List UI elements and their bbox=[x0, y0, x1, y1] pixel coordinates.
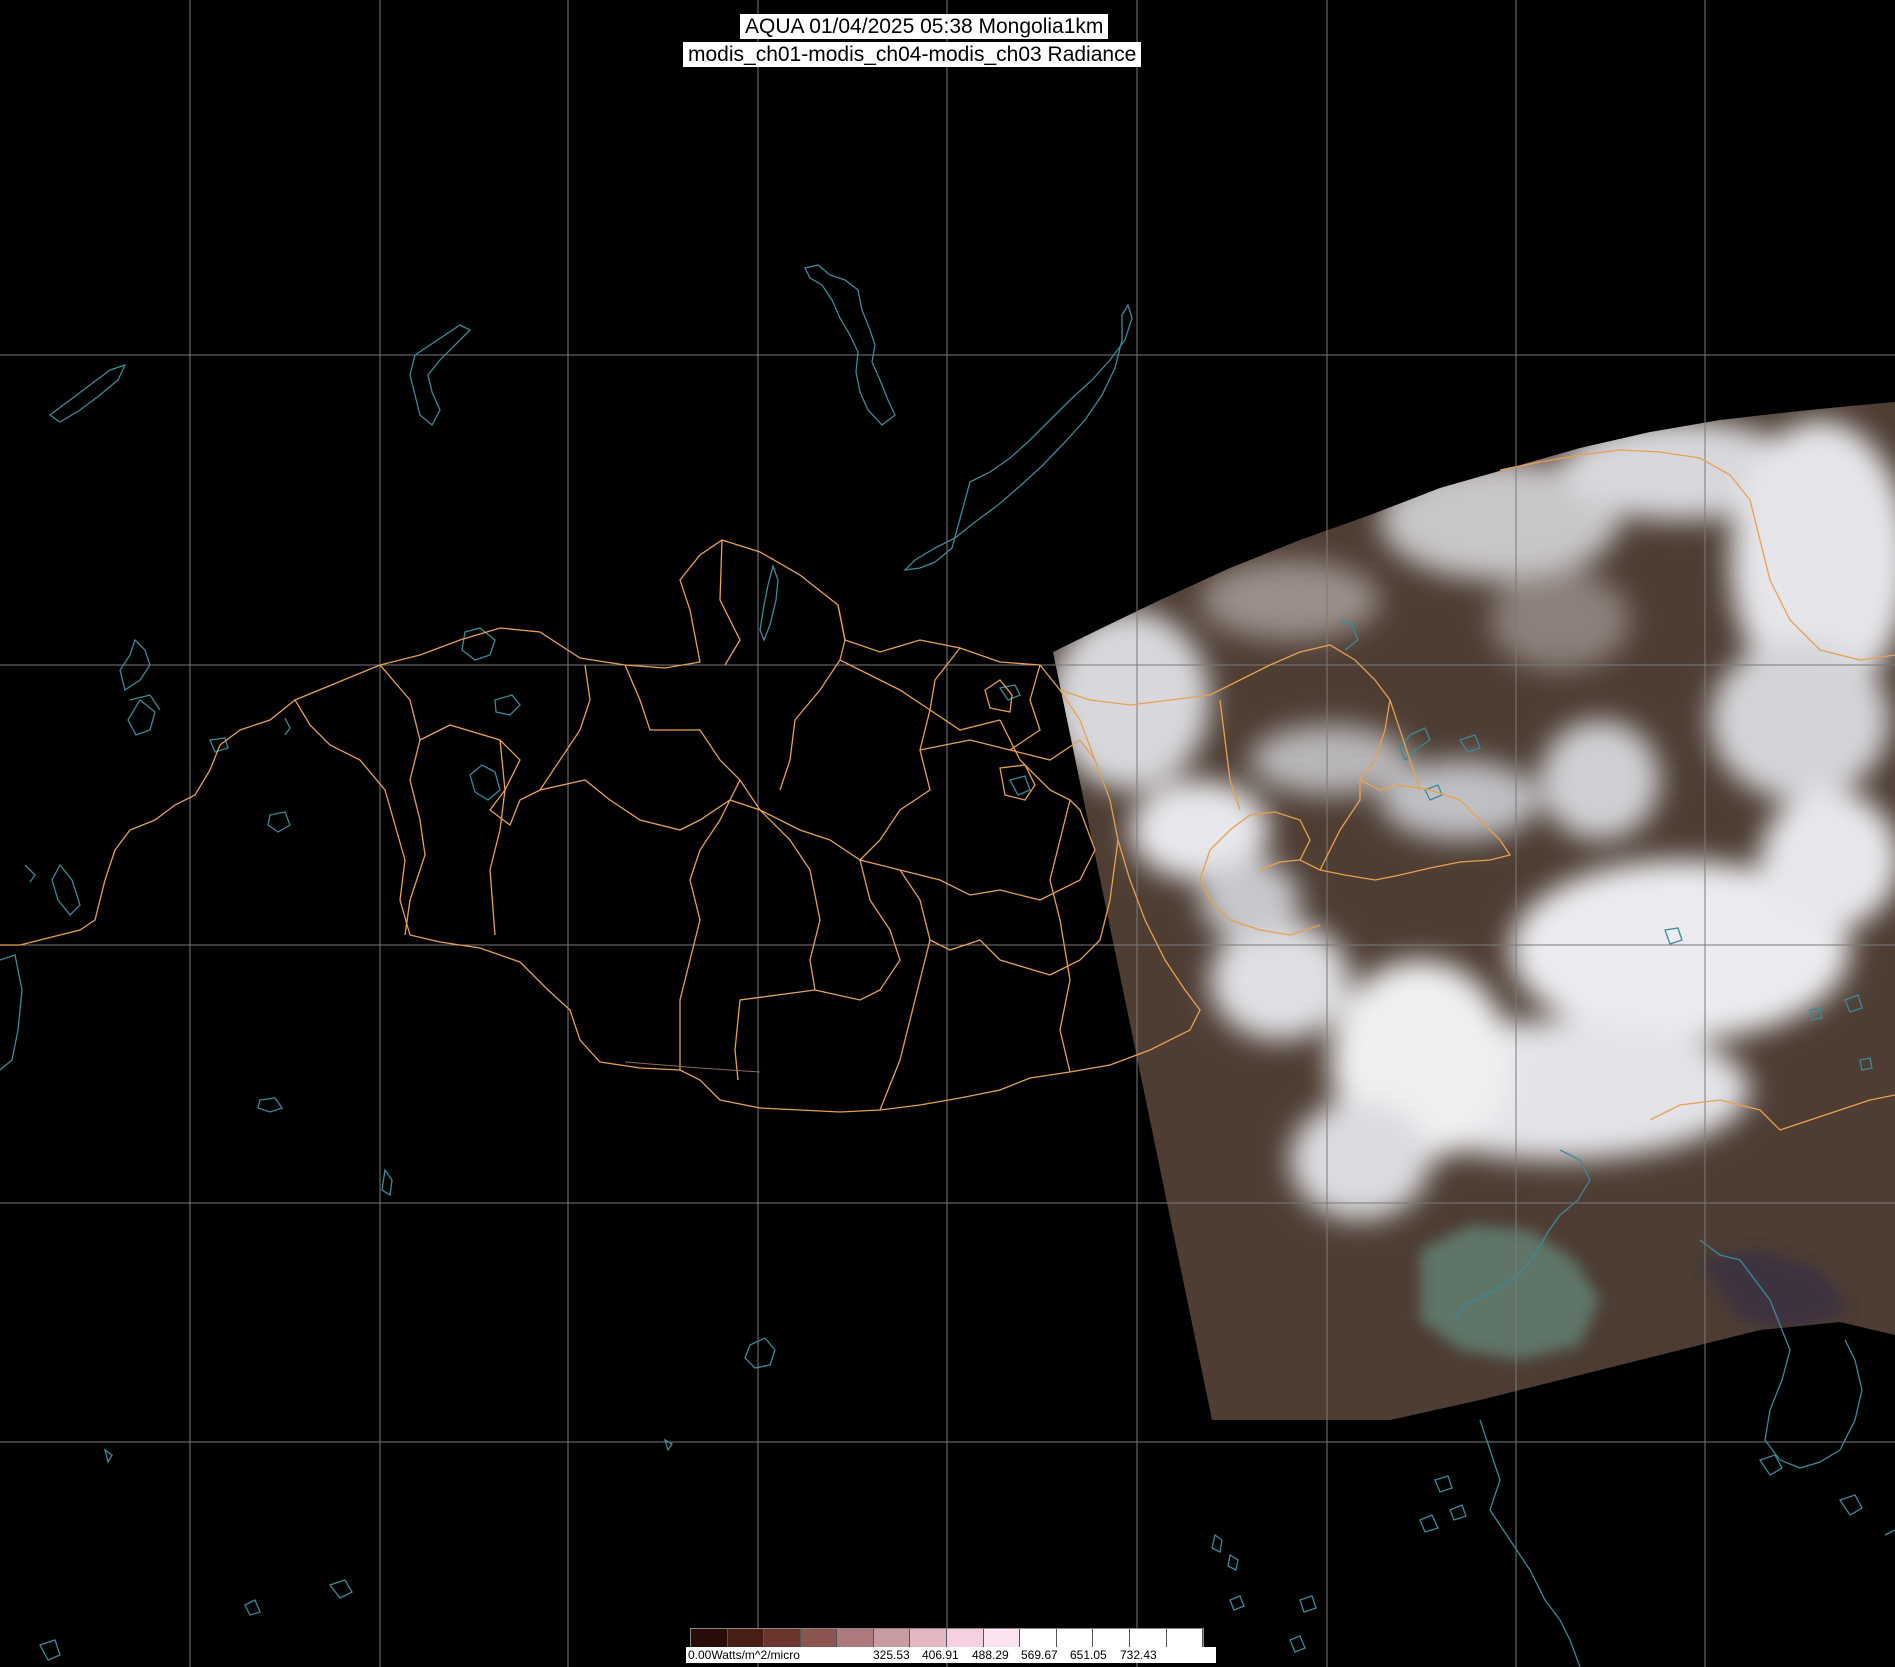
lake-west-4 bbox=[267, 811, 291, 833]
river-west-2 bbox=[409, 324, 472, 427]
china-coast-south bbox=[1479, 1419, 1581, 1667]
aimag-border-4 bbox=[539, 664, 591, 791]
map-canvas bbox=[0, 0, 1895, 1667]
colorbar-swatch bbox=[1166, 1629, 1204, 1647]
aimag-border-7 bbox=[779, 604, 846, 791]
korea-coast-east bbox=[1839, 1339, 1863, 1451]
aimag-border-1 bbox=[379, 664, 1001, 896]
colorbar-swatch bbox=[1020, 1629, 1057, 1647]
aimag-border-16 bbox=[899, 869, 1051, 976]
lake-center-2 bbox=[1009, 775, 1031, 796]
colorbar-unit-label: 0.00Watts/m^2/micro bbox=[688, 1648, 800, 1662]
colorbar-tick-label: 732.43 bbox=[1120, 1648, 1157, 1662]
river-southeast-2 bbox=[1227, 1553, 1239, 1571]
colorbar-tick-label: 488.29 bbox=[972, 1648, 1009, 1662]
aimag-small-1 bbox=[984, 679, 1013, 713]
satellite-map-view: AQUA 01/04/2025 05:38 Mongolia1km modis_… bbox=[0, 0, 1895, 1667]
aimag-border-6 bbox=[719, 539, 741, 666]
colorbar-swatch bbox=[983, 1629, 1021, 1647]
western-thin-border bbox=[624, 1061, 761, 1073]
lake-khar-us bbox=[469, 764, 501, 801]
west-border-1 bbox=[0, 699, 296, 946]
lake-west-3 bbox=[51, 863, 81, 916]
lake-south-2 bbox=[744, 1337, 776, 1369]
aimag-border-13 bbox=[679, 779, 741, 1070]
aimag-border-17 bbox=[1049, 879, 1071, 1073]
aimag-border-20 bbox=[999, 799, 1096, 901]
colorbar-swatch bbox=[1056, 1629, 1094, 1647]
island-east-3 bbox=[1884, 1529, 1895, 1536]
lake-south-1 bbox=[257, 1097, 284, 1113]
aimag-border-3 bbox=[489, 739, 506, 936]
lake-southeast-3 bbox=[1229, 1595, 1245, 1611]
lake-west-2 bbox=[129, 694, 161, 711]
lake-southeast-6 bbox=[1449, 1504, 1467, 1521]
aimag-border-18 bbox=[879, 939, 931, 1111]
map-title-line-1: AQUA 01/04/2025 05:38 Mongolia1km bbox=[740, 14, 1109, 39]
colorbar bbox=[690, 1628, 1204, 1648]
colorbar-swatch bbox=[800, 1629, 838, 1647]
aimag-border-11 bbox=[999, 719, 1071, 881]
colorbar-swatch bbox=[691, 1629, 728, 1647]
lake-southeast-1 bbox=[1434, 1475, 1453, 1493]
aimag-border-12 bbox=[1009, 664, 1041, 751]
river-west-1 bbox=[48, 363, 127, 423]
colorbar-tick-label: 651.05 bbox=[1070, 1648, 1107, 1662]
lake-southeast-4 bbox=[1299, 1595, 1317, 1613]
colorbar-swatch bbox=[910, 1629, 948, 1647]
colorbar-swatch bbox=[837, 1629, 874, 1647]
colorbar-swatch bbox=[1093, 1629, 1130, 1647]
lake-baikal bbox=[903, 303, 1133, 571]
aimag-border-5 bbox=[624, 664, 761, 811]
aimag-border-2 bbox=[404, 739, 426, 936]
map-title-line-2: modis_ch01-modis_ch04-modis_ch03 Radianc… bbox=[683, 42, 1142, 67]
lake-southeast-5 bbox=[1419, 1514, 1439, 1533]
uvs-lake bbox=[461, 627, 496, 661]
colorbar-swatch bbox=[873, 1629, 911, 1647]
lake-far-west-2 bbox=[0, 954, 23, 1071]
lake-south-4 bbox=[328, 1579, 353, 1599]
river-southeast-1 bbox=[1211, 1533, 1223, 1553]
colorbar-swatch bbox=[727, 1629, 765, 1647]
lake-west-6 bbox=[284, 717, 291, 736]
colorbar-labels: 0.00Watts/m^2/micro 325.53 406.91 488.29… bbox=[686, 1647, 1216, 1663]
khovsgol-lake bbox=[759, 563, 779, 642]
lake-west-1 bbox=[127, 699, 156, 736]
colorbar-swatch bbox=[947, 1629, 984, 1647]
aimag-border-15 bbox=[814, 859, 901, 1001]
colorbar-tick-label: 325.53 bbox=[873, 1648, 910, 1662]
yenisei-river bbox=[804, 264, 896, 426]
aimag-border-9 bbox=[859, 647, 961, 861]
lake-khyargas bbox=[494, 694, 521, 716]
island-east-1 bbox=[1838, 1494, 1863, 1516]
mongolia-outline bbox=[294, 539, 1201, 1113]
lake-far-south-2 bbox=[39, 1639, 61, 1661]
aimag-border-8 bbox=[839, 659, 1001, 731]
lake-far-south-1 bbox=[103, 1448, 113, 1464]
satellite-swath bbox=[1053, 402, 1895, 1420]
lake-southeast-2 bbox=[1289, 1635, 1306, 1653]
colorbar-tick-label: 406.91 bbox=[922, 1648, 959, 1662]
colorbar-tick-label: 569.67 bbox=[1021, 1648, 1058, 1662]
lake-west-5 bbox=[209, 737, 229, 753]
colorbar-swatch bbox=[764, 1629, 801, 1647]
lake-south-5 bbox=[244, 1599, 261, 1616]
aimag-border-10 bbox=[919, 739, 1096, 761]
lake-far-west-1 bbox=[24, 864, 36, 883]
river-south-1 bbox=[381, 1168, 393, 1197]
colorbar-swatch bbox=[1129, 1629, 1167, 1647]
